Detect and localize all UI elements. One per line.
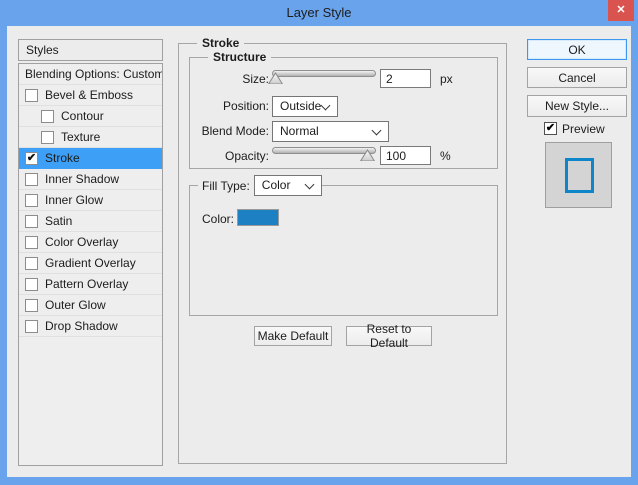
stroke-color-swatch[interactable] (237, 209, 279, 226)
ok-button[interactable]: OK (527, 39, 627, 60)
preview-option: ✔ Preview (544, 121, 605, 136)
blend-mode-dropdown[interactable]: Normal (272, 121, 389, 142)
dialog-body: Styles Blending Options: Custom Bevel & E… (7, 26, 631, 477)
style-item-drop-shadow[interactable]: Drop Shadow (19, 316, 162, 337)
reset-to-default-button[interactable]: Reset to Default (346, 322, 432, 350)
style-item-label: Color Overlay (45, 235, 119, 249)
stroke-settings-panel: Stroke Structure Size: px Position: Outs… (178, 36, 507, 464)
size-label: Size: (242, 72, 269, 86)
styles-panel-title: Styles (26, 43, 59, 57)
chevron-down-icon (304, 179, 315, 190)
fill-type-label: Fill Type: (198, 178, 254, 193)
cancel-button[interactable]: Cancel (527, 67, 627, 88)
preview-thumbnail-shape (565, 158, 594, 193)
size-input[interactable] (380, 69, 431, 88)
style-item-label: Inner Glow (45, 193, 104, 207)
style-item-blending-options-custom[interactable]: Blending Options: Custom (19, 64, 162, 85)
color-label: Color: (202, 212, 235, 226)
structure-group-title: Structure (208, 50, 272, 64)
style-item-checkbox[interactable] (25, 298, 38, 312)
preview-thumbnail (545, 142, 612, 208)
fill-type-value: Color (261, 178, 291, 192)
opacity-slider[interactable] (272, 146, 376, 162)
fill-type-group: Fill Type: Color Color: (189, 175, 498, 316)
style-item-inner-glow[interactable]: Inner Glow (19, 190, 162, 211)
position-dropdown[interactable]: Outside (272, 96, 338, 117)
style-item-stroke[interactable]: ✔ Stroke (19, 148, 162, 169)
style-item-label: Drop Shadow (45, 319, 118, 333)
style-item-label: Bevel & Emboss (45, 88, 134, 102)
style-item-checkbox[interactable] (25, 277, 38, 291)
opacity-input[interactable] (380, 146, 431, 165)
style-item-bevel-emboss[interactable]: Bevel & Emboss (19, 85, 162, 106)
new-style-button[interactable]: New Style... (527, 95, 627, 117)
style-item-checkbox[interactable] (25, 214, 38, 228)
layer-style-dialog: Layer Style ✕ Styles Blending Options: C… (0, 0, 638, 485)
style-item-checkbox[interactable] (25, 193, 38, 207)
style-item-gradient-overlay[interactable]: Gradient Overlay (19, 253, 162, 274)
blend-mode-label: Blend Mode: (201, 124, 269, 138)
styles-list: Blending Options: Custom Bevel & Emboss Co… (18, 63, 163, 466)
cancel-label: Cancel (558, 70, 596, 85)
style-item-checkbox[interactable] (25, 172, 38, 186)
style-item-checkbox[interactable] (25, 88, 38, 102)
style-item-pattern-overlay[interactable]: Pattern Overlay (19, 274, 162, 295)
preview-checkbox[interactable]: ✔ (544, 122, 557, 135)
style-item-satin[interactable]: Satin (19, 211, 162, 232)
style-item-checkbox[interactable] (25, 319, 38, 333)
chevron-down-icon (371, 125, 382, 136)
style-item-checkbox[interactable]: ✔ (25, 151, 38, 165)
blend-mode-value: Normal (280, 124, 319, 138)
size-slider[interactable] (268, 69, 376, 85)
fill-type-dropdown[interactable]: Color (253, 175, 322, 196)
style-item-label: Contour (61, 109, 104, 123)
style-item-contour[interactable]: Contour (19, 106, 162, 127)
titlebar[interactable]: Layer Style ✕ (0, 0, 638, 26)
opacity-unit: % (440, 149, 451, 163)
style-item-label: Texture (61, 130, 101, 144)
style-item-checkbox[interactable] (41, 109, 54, 123)
position-label: Position: (222, 99, 269, 113)
style-item-texture[interactable]: Texture (19, 127, 162, 148)
close-icon: ✕ (616, 4, 626, 16)
style-item-label: Gradient Overlay (45, 256, 136, 270)
style-item-checkbox[interactable] (41, 130, 54, 144)
style-item-label: Blending Options: Custom (25, 67, 163, 81)
new-style-label: New Style... (544, 99, 610, 113)
make-default-button[interactable]: Make Default (254, 326, 332, 346)
reset-to-default-label: Reset to Default (366, 322, 412, 350)
opacity-label: Opacity: (224, 149, 269, 163)
structure-group: Structure Size: px Position: Outside Ble… (189, 50, 498, 169)
style-item-label: Outer Glow (45, 298, 106, 312)
preview-label: Preview (562, 121, 605, 136)
position-value: Outside (280, 99, 322, 113)
style-item-color-overlay[interactable]: Color Overlay (19, 232, 162, 253)
style-item-checkbox[interactable] (25, 256, 38, 270)
chevron-down-icon (320, 100, 331, 111)
style-item-label: Satin (45, 214, 73, 228)
style-item-inner-shadow[interactable]: Inner Shadow (19, 169, 162, 190)
style-item-checkbox[interactable] (25, 235, 38, 249)
opacity-slider-track[interactable] (272, 147, 376, 154)
make-default-label: Make Default (257, 329, 329, 343)
style-item-label: Stroke (45, 151, 80, 165)
size-slider-track[interactable] (272, 70, 376, 77)
style-item-outer-glow[interactable]: Outer Glow (19, 295, 162, 316)
window-title: Layer Style (286, 5, 352, 20)
style-item-label: Pattern Overlay (45, 277, 129, 291)
ok-label: OK (568, 42, 586, 57)
styles-panel-header: Styles (18, 39, 163, 61)
stroke-panel-title: Stroke (197, 36, 245, 50)
close-button[interactable]: ✕ (608, 0, 634, 21)
size-unit: px (440, 72, 453, 86)
style-item-label: Inner Shadow (45, 172, 120, 186)
